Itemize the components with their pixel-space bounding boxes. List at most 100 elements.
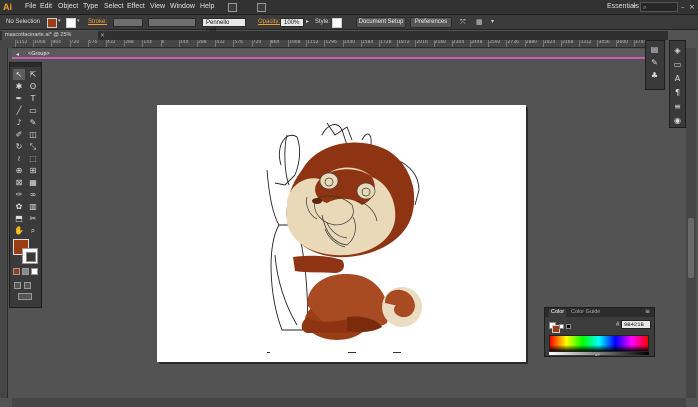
panel-grip[interactable] — [10, 63, 41, 67]
menu-edit[interactable]: Edit — [40, 3, 52, 10]
arrange-documents-icon[interactable] — [257, 3, 266, 12]
variable-width-profile[interactable] — [148, 18, 196, 27]
line-tool-icon[interactable]: ╱ — [13, 105, 25, 116]
color-panel-header[interactable]: Color Color Guide ≡ — [545, 308, 654, 317]
black-swatch[interactable] — [566, 324, 571, 329]
tab-color[interactable]: Color — [549, 309, 567, 317]
menu-help[interactable]: Help — [200, 3, 214, 10]
menu-select[interactable]: Select — [104, 3, 123, 10]
hex-hash-label: # — [616, 322, 620, 328]
panel-fill-stroke-icon[interactable] — [549, 322, 560, 333]
menu-view[interactable]: View — [150, 3, 165, 10]
rectangle-tool-icon[interactable]: ▭ — [27, 105, 39, 116]
slice-tool-icon[interactable]: ✂ — [27, 213, 39, 224]
document-setup-button[interactable]: Document Setup — [356, 17, 406, 28]
hand-tool-icon[interactable]: ✋ — [13, 225, 25, 236]
type-tool-icon[interactable]: T — [27, 93, 39, 104]
mascot-artwork[interactable] — [157, 105, 526, 362]
free-transform-tool-icon[interactable]: ⬚ — [27, 153, 39, 164]
back-arrow-icon[interactable]: ◂ — [16, 51, 19, 58]
document-tab[interactable]: mascottacinarte.ai* @ 25% (RGB/Preview) — [2, 31, 98, 47]
column-graph-tool-icon[interactable]: ▥ — [27, 201, 39, 212]
none-mode-icon[interactable] — [31, 268, 38, 275]
gradient-tool-icon[interactable]: ▦ — [27, 177, 39, 188]
stroke-weight-field[interactable] — [113, 18, 143, 27]
layers-icon[interactable]: ◈ — [672, 46, 683, 56]
scale-tool-icon[interactable]: ⤡ — [27, 141, 39, 152]
eraser-tool-icon[interactable]: ◫ — [27, 129, 39, 140]
opacity-label[interactable]: Opacity: — [258, 19, 280, 25]
stroke-label[interactable]: Stroke: — [88, 19, 107, 25]
type-panel-icon[interactable]: A — [672, 74, 683, 84]
zoom-tool-icon[interactable]: ⌕ — [27, 225, 39, 236]
minimize-icon[interactable]: – — [681, 3, 685, 11]
close-icon[interactable]: × — [689, 3, 695, 11]
align-icon[interactable]: ▦ — [476, 18, 483, 26]
hex-color-field[interactable]: 9B421B — [621, 320, 651, 329]
menu-object[interactable]: Object — [58, 3, 78, 10]
fill-swatch-control[interactable] — [47, 18, 57, 28]
blend-tool-icon[interactable]: ∞ — [27, 189, 39, 200]
opacity-field[interactable]: 100% — [280, 18, 304, 27]
shape-builder-tool-icon[interactable]: ⊕ — [13, 165, 25, 176]
chevron-right-icon[interactable]: ▸ — [306, 18, 309, 25]
transform-icon[interactable]: ⤧ — [460, 18, 466, 27]
tab-color-guide[interactable]: Color Guide — [571, 309, 600, 315]
resize-grip-icon[interactable]: ▴▾ — [595, 352, 600, 358]
isolation-group-label[interactable]: <Group> — [28, 51, 50, 57]
width-tool-icon[interactable]: ≀ — [13, 153, 25, 164]
graphic-style-swatch[interactable] — [332, 18, 342, 28]
vertical-ruler[interactable] — [0, 48, 8, 398]
close-tab-icon[interactable]: × — [100, 32, 105, 39]
paragraph-icon[interactable]: ¶ — [672, 88, 683, 98]
swatches-icon[interactable]: ▤ — [649, 45, 660, 55]
panel-menu-icon[interactable]: ≡ — [645, 308, 650, 315]
gradient-mode-icon[interactable] — [22, 268, 29, 275]
screen-mode-icon[interactable] — [18, 293, 32, 300]
vertical-scrollbar[interactable] — [686, 48, 696, 398]
menu-effect[interactable]: Effect — [127, 3, 145, 10]
draw-mode-icon[interactable] — [14, 282, 21, 289]
perspective-grid-tool-icon[interactable]: ⊞ — [27, 165, 39, 176]
search-input[interactable]: ⌕ — [640, 2, 678, 12]
artboards-icon[interactable]: ▭ — [672, 60, 683, 70]
horizontal-scrollbar[interactable] — [12, 398, 686, 407]
chevron-down-icon[interactable]: ▾ — [77, 18, 80, 24]
eyedropper-tool-icon[interactable]: ✑ — [13, 189, 25, 200]
stroke-icon[interactable]: ≡ — [672, 102, 683, 112]
color-mode-icon[interactable] — [13, 268, 20, 275]
selection-tool-icon[interactable]: ↖ — [13, 69, 25, 80]
artboard[interactable] — [157, 105, 526, 362]
white-swatch[interactable] — [559, 324, 564, 329]
color-spectrum[interactable] — [549, 335, 649, 352]
rotate-tool-icon[interactable]: ↻ — [13, 141, 25, 152]
chevron-down-icon[interactable]: ▾ — [491, 18, 494, 25]
menu-window[interactable]: Window — [170, 3, 195, 10]
brushes-icon[interactable]: ✎ — [649, 58, 660, 68]
symbols-icon[interactable]: ♣ — [649, 71, 660, 81]
magic-wand-tool-icon[interactable]: ✱ — [13, 81, 25, 92]
stroke-color-swatch[interactable] — [22, 248, 38, 264]
menu-type[interactable]: Type — [83, 3, 98, 10]
ruler-origin[interactable] — [0, 40, 12, 48]
chevron-down-icon[interactable]: ▾ — [633, 3, 636, 10]
pen-tool-icon[interactable]: ✒ — [13, 93, 25, 104]
horizontal-ruler[interactable]: 1152 1008 864 720 576 432 288 144 0 144 288 432 576 7… — [12, 40, 656, 48]
lasso-tool-icon[interactable]: ʘ — [27, 81, 39, 92]
bridge-icon[interactable] — [228, 3, 237, 12]
draw-behind-icon[interactable] — [24, 282, 31, 289]
direct-selection-tool-icon[interactable]: ⇱ — [27, 69, 39, 80]
blob-brush-tool-icon[interactable]: ✐ — [13, 129, 25, 140]
chevron-down-icon[interactable]: ▾ — [58, 18, 61, 24]
pencil-tool-icon[interactable]: ✎ — [27, 117, 39, 128]
vertical-scroll-thumb[interactable] — [688, 218, 694, 278]
brush-definition-select[interactable]: Pennello calli... — [202, 18, 246, 34]
stroke-swatch-control[interactable] — [66, 18, 76, 28]
artboard-tool-icon[interactable]: ⬒ — [13, 213, 25, 224]
appearance-icon[interactable]: ◉ — [672, 116, 683, 126]
preferences-button[interactable]: Preferences — [410, 17, 452, 28]
menu-file[interactable]: File — [25, 3, 36, 10]
symbol-sprayer-tool-icon[interactable]: ✿ — [13, 201, 25, 212]
mesh-tool-icon[interactable]: ⊠ — [13, 177, 25, 188]
paintbrush-tool-icon[interactable]: ♪ — [13, 117, 25, 128]
